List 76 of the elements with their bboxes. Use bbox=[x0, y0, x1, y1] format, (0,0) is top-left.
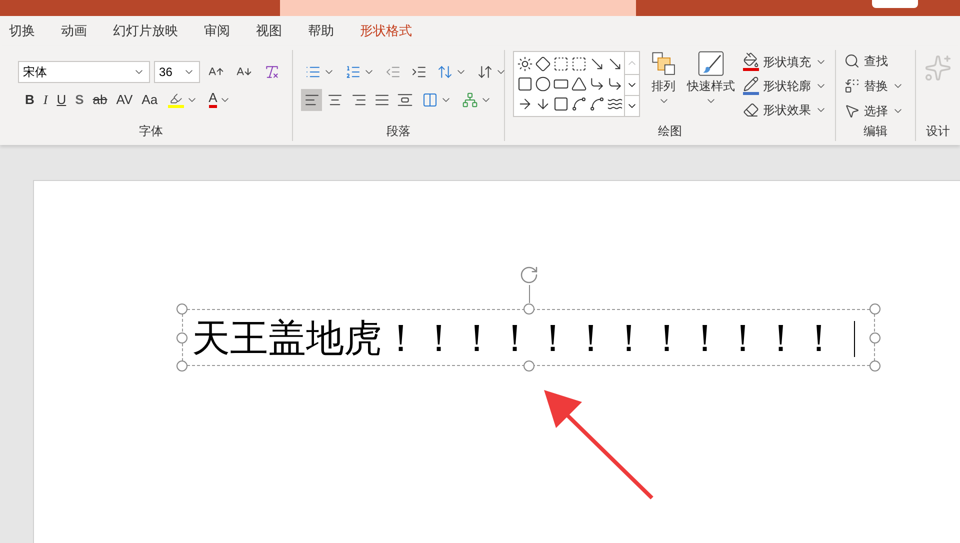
sun-shape-icon bbox=[516, 56, 532, 72]
columns-icon bbox=[422, 92, 438, 108]
line-spacing-icon bbox=[437, 64, 453, 80]
editing-button[interactable]: 替换 bbox=[844, 75, 907, 96]
shape-format-button[interactable]: 形状效果 bbox=[743, 98, 828, 120]
curve-icon bbox=[589, 96, 606, 112]
format-button[interactable]: ab bbox=[90, 88, 110, 112]
ribbon-tab[interactable]: 审阅 bbox=[199, 21, 235, 41]
vertical-text-box-icon bbox=[570, 56, 587, 72]
ribbon-tab[interactable]: 切换 bbox=[4, 21, 40, 41]
group-label: 绘图 bbox=[657, 123, 684, 140]
align-button[interactable] bbox=[301, 88, 322, 110]
gallery-scroll-down[interactable] bbox=[624, 74, 639, 96]
group-label: 段落 bbox=[386, 123, 412, 140]
format-button[interactable]: U bbox=[54, 88, 70, 112]
text-box-icon bbox=[552, 56, 569, 72]
diamond-shape-icon bbox=[534, 56, 551, 72]
eraser-icon bbox=[743, 102, 760, 118]
search-icon bbox=[844, 52, 860, 68]
arrange-button[interactable]: 排列 bbox=[648, 50, 680, 106]
font-name: 宋体 bbox=[23, 64, 47, 80]
ribbon-tab[interactable]: 形状格式 bbox=[355, 21, 417, 41]
shape-format-button[interactable]: 形状轮廓 bbox=[743, 74, 828, 96]
resize-handle[interactable] bbox=[176, 332, 188, 343]
rectangle-shape-icon bbox=[516, 76, 532, 92]
rotate-icon bbox=[518, 265, 538, 285]
editing-button[interactable]: 选择 bbox=[844, 100, 907, 121]
group-label: 字体 bbox=[138, 123, 164, 140]
font-name-field[interactable]: 宋体 bbox=[18, 60, 150, 82]
arrow-connector-icon bbox=[607, 76, 624, 92]
freeform-icon bbox=[570, 96, 587, 112]
resize-handle[interactable] bbox=[870, 304, 880, 314]
font-size-field[interactable]: 36 bbox=[154, 60, 200, 82]
connector-icon bbox=[589, 76, 606, 92]
design-ideas-icon bbox=[924, 54, 952, 82]
editing-button[interactable]: 查找 bbox=[844, 50, 907, 71]
highlighter-icon bbox=[168, 92, 184, 108]
paint-bucket-icon bbox=[743, 52, 760, 68]
quick-styles-button[interactable]: 快速样式 bbox=[687, 50, 736, 106]
oval-shape-icon bbox=[534, 76, 551, 92]
ribbon-tab[interactable]: 动画 bbox=[56, 21, 92, 41]
clear-formatting-icon bbox=[264, 64, 280, 80]
ribbon-tab[interactable]: 帮助 bbox=[303, 21, 339, 41]
text-cursor bbox=[854, 321, 855, 357]
pencil-icon bbox=[743, 76, 760, 92]
align-icon bbox=[397, 92, 414, 108]
resize-handle[interactable] bbox=[870, 332, 880, 343]
ribbon-tab[interactable]: 幻灯片放映 bbox=[108, 21, 183, 41]
replace-icon bbox=[844, 78, 860, 94]
search-field[interactable] bbox=[280, 0, 636, 16]
smartart-icon bbox=[462, 92, 478, 108]
ribbon-tab[interactable]: 视图 bbox=[251, 21, 287, 41]
format-button[interactable]: I bbox=[40, 88, 51, 112]
format-button[interactable]: S bbox=[72, 88, 87, 112]
format-button[interactable]: Aa bbox=[138, 88, 161, 112]
format-button[interactable]: AV bbox=[113, 88, 136, 112]
quick-styles-icon bbox=[697, 50, 726, 76]
group-label: 编辑 bbox=[862, 123, 889, 140]
snip-shape-icon bbox=[552, 96, 569, 112]
resize-handle[interactable] bbox=[176, 360, 188, 372]
slide-text: 天王盖地虎！！！！！！！！！！！！ bbox=[192, 318, 838, 356]
arrange-icon bbox=[650, 50, 677, 76]
resize-handle[interactable] bbox=[523, 304, 534, 314]
numbered-list-icon bbox=[345, 64, 361, 80]
triangle-shape-icon bbox=[570, 76, 587, 92]
text-direction-icon bbox=[477, 64, 493, 80]
shape-format-button[interactable]: 形状填充 bbox=[743, 50, 828, 72]
resize-handle[interactable] bbox=[523, 360, 534, 372]
group-label: 设计 bbox=[926, 123, 950, 140]
font-color-button[interactable]: A bbox=[204, 88, 236, 112]
resize-handle[interactable] bbox=[176, 304, 188, 314]
font-size: 36 bbox=[159, 64, 172, 80]
format-button[interactable]: B bbox=[22, 88, 38, 112]
rotate-stem bbox=[528, 285, 530, 303]
pointer-icon bbox=[844, 102, 860, 118]
resize-handle[interactable] bbox=[870, 360, 880, 372]
